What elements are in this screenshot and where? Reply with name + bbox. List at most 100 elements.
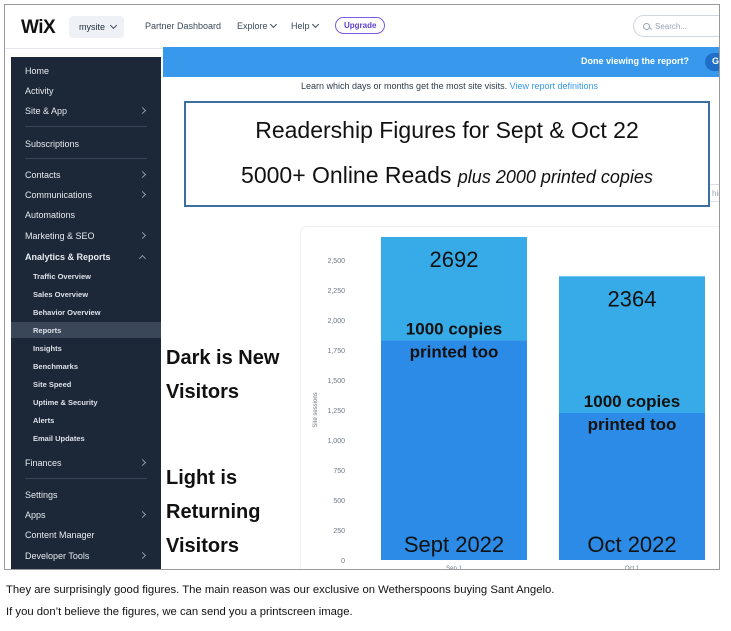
annotation-light-legend: Light is Returning Visitors: [166, 461, 260, 563]
sidebar-item-label: Content Manager: [25, 530, 95, 540]
annotation-subtitle-main: 5000+ Online Reads: [241, 162, 452, 188]
nav-partner-dashboard[interactable]: Partner Dashboard: [145, 21, 221, 31]
sidebar-item-automations[interactable]: Automations: [11, 205, 161, 225]
chevron-right-icon: [138, 190, 147, 199]
sidebar-subitem-reports[interactable]: Reports: [11, 322, 161, 338]
annotation-dark-legend: Dark is New Visitors: [166, 341, 279, 409]
sidebar-subitem-uptime-security[interactable]: Uptime & Security: [11, 394, 161, 410]
sidebar-divider: [25, 126, 147, 127]
chart-panel: 0 250 500 750 1,000 1,250 1,500 1,750 2,000 2,250…: [301, 227, 719, 570]
sidebar-item-label: Apps: [25, 510, 46, 520]
y-tick-label: 1,500: [327, 378, 345, 385]
sidebar-item-communications[interactable]: Communications: [11, 185, 161, 205]
sidebar-item-label: Home: [25, 66, 50, 76]
sidebar-subitem-behavior-overview[interactable]: Behavior Overview: [11, 304, 161, 320]
sidebar-subitem-label: Site Speed: [33, 379, 72, 389]
sidebar-subitem-label: Reports: [33, 325, 62, 335]
bar-note-label: 1000 copies: [584, 392, 680, 411]
sessions-chart: 0 250 500 750 1,000 1,250 1,500 1,750 2,000 2,250…: [313, 236, 705, 570]
caption-text: They are surprisingly good figures. The …: [6, 579, 728, 623]
site-selector[interactable]: mysite: [69, 16, 125, 38]
bar-total-label: 2364: [608, 286, 657, 311]
nav-help[interactable]: Help: [291, 20, 319, 31]
search-icon: [643, 22, 650, 30]
annotation-subtitle: 5000+ Online Reads plus 2000 printed cop…: [186, 162, 708, 189]
sidebar-item-contacts[interactable]: Contacts: [11, 165, 161, 185]
nav-label: Partner Dashboard: [145, 21, 222, 31]
chevron-up-icon: [138, 254, 147, 263]
search-input[interactable]: Search...: [633, 15, 719, 37]
sidebar-subitem-label: Uptime & Security: [33, 397, 98, 407]
sidebar-item-activity[interactable]: Activity: [11, 81, 161, 101]
annotation-line: Light is: [166, 467, 238, 489]
sidebar-item-label: Contacts: [25, 170, 61, 180]
sidebar-item-home[interactable]: Home: [11, 61, 161, 81]
y-tick-label: 2,500: [327, 258, 345, 265]
sidebar-subitem-email-updates[interactable]: Email Updates: [11, 430, 161, 446]
chevron-right-icon: [138, 551, 147, 560]
y-tick-label: 1,000: [327, 438, 345, 445]
annotation-line: Dark is New: [166, 347, 280, 369]
sidebar-subitem-label: Benchmarks: [33, 361, 79, 371]
chevron-down-icon: [109, 21, 118, 30]
annotation-line: Visitors: [166, 381, 239, 403]
chevron-right-icon: [138, 231, 147, 240]
sidebar-subitem-label: Email Updates: [33, 433, 85, 443]
report-definitions-link[interactable]: View report definitions: [510, 81, 598, 91]
sidebar-subitem-label: Insights: [33, 343, 62, 353]
sidebar-item-analytics-reports[interactable]: Analytics & Reports: [11, 247, 161, 267]
sidebar-subitem-benchmarks[interactable]: Benchmarks: [11, 358, 161, 374]
sidebar-subitem-site-speed[interactable]: Site Speed: [11, 376, 161, 392]
bar-segment-new: [381, 340, 527, 560]
top-bar: WiX mysite Partner Dashboard Explore Hel…: [5, 5, 719, 49]
sidebar-item-marketing-seo[interactable]: Marketing & SEO: [11, 226, 161, 246]
sidebar-subitem-insights[interactable]: Insights: [11, 340, 161, 356]
sidebar-item-apps[interactable]: Apps: [11, 505, 161, 525]
sidebar-item-settings[interactable]: Settings: [11, 485, 161, 505]
sidebar-subitem-label: Alerts: [33, 415, 55, 425]
y-tick-label: 2,000: [327, 318, 345, 325]
banner-button[interactable]: G: [705, 53, 719, 71]
bar-note-label: printed too: [410, 342, 499, 361]
upgrade-button[interactable]: Upgrade: [335, 17, 386, 34]
annotation-subtitle-italic: plus 2000 printed copies: [457, 167, 653, 187]
sidebar-item-label: Communications: [25, 190, 93, 200]
annotation-line: Returning: [166, 501, 261, 523]
annotation-line: Visitors: [166, 535, 239, 557]
sidebar-subitem-alerts[interactable]: Alerts: [11, 412, 161, 428]
sidebar-item-finances[interactable]: Finances: [11, 453, 161, 473]
sidebar-subitem-sales-overview[interactable]: Sales Overview: [11, 286, 161, 302]
sidebar-item-subscriptions[interactable]: Subscriptions: [11, 134, 161, 154]
y-axis-label: Site sessions: [313, 392, 319, 427]
sidebar-item-developer-tools[interactable]: Developer Tools: [11, 546, 161, 566]
y-tick-label: 2,250: [327, 288, 345, 295]
sidebar-item-label: Analytics & Reports: [25, 252, 111, 262]
wix-logo[interactable]: WiX: [21, 17, 56, 39]
sidebar-subitem-label: Behavior Overview: [33, 307, 101, 317]
sidebar-item-label: Finances: [25, 458, 62, 468]
sidebar-subitem-label: Sales Overview: [33, 289, 89, 299]
sidebar: Home Activity Site & App Subscriptions C…: [11, 57, 161, 569]
x-tick-label: Oct 1: [625, 566, 640, 570]
sidebar-divider: [25, 158, 147, 159]
sidebar-item-label: Developer Tools: [25, 551, 90, 561]
y-tick-label: 1,250: [327, 408, 345, 415]
sidebar-subitem-traffic-overview[interactable]: Traffic Overview: [11, 268, 161, 284]
nav-label: Explore: [237, 21, 268, 31]
bar-total-label: 2692: [430, 247, 479, 272]
y-tick-label: 500: [333, 498, 345, 505]
nav-label: Help: [291, 21, 310, 31]
banner-text: Done viewing the report?: [580, 56, 689, 66]
sidebar-item-site-app[interactable]: Site & App: [11, 101, 161, 121]
bar-month-label: Oct 2022: [587, 532, 676, 557]
chevron-down-icon: [269, 20, 277, 29]
chevron-right-icon: [138, 170, 147, 179]
nav-explore[interactable]: Explore: [237, 20, 277, 31]
y-tick-label: 750: [333, 468, 345, 475]
chevron-down-icon: [311, 20, 319, 29]
site-name: mysite: [79, 22, 106, 32]
bar-note-label: 1000 copies: [406, 319, 502, 338]
chevron-right-icon: [138, 458, 147, 467]
sidebar-item-content-manager[interactable]: Content Manager: [11, 525, 161, 545]
peek-text: hir: [712, 189, 719, 198]
